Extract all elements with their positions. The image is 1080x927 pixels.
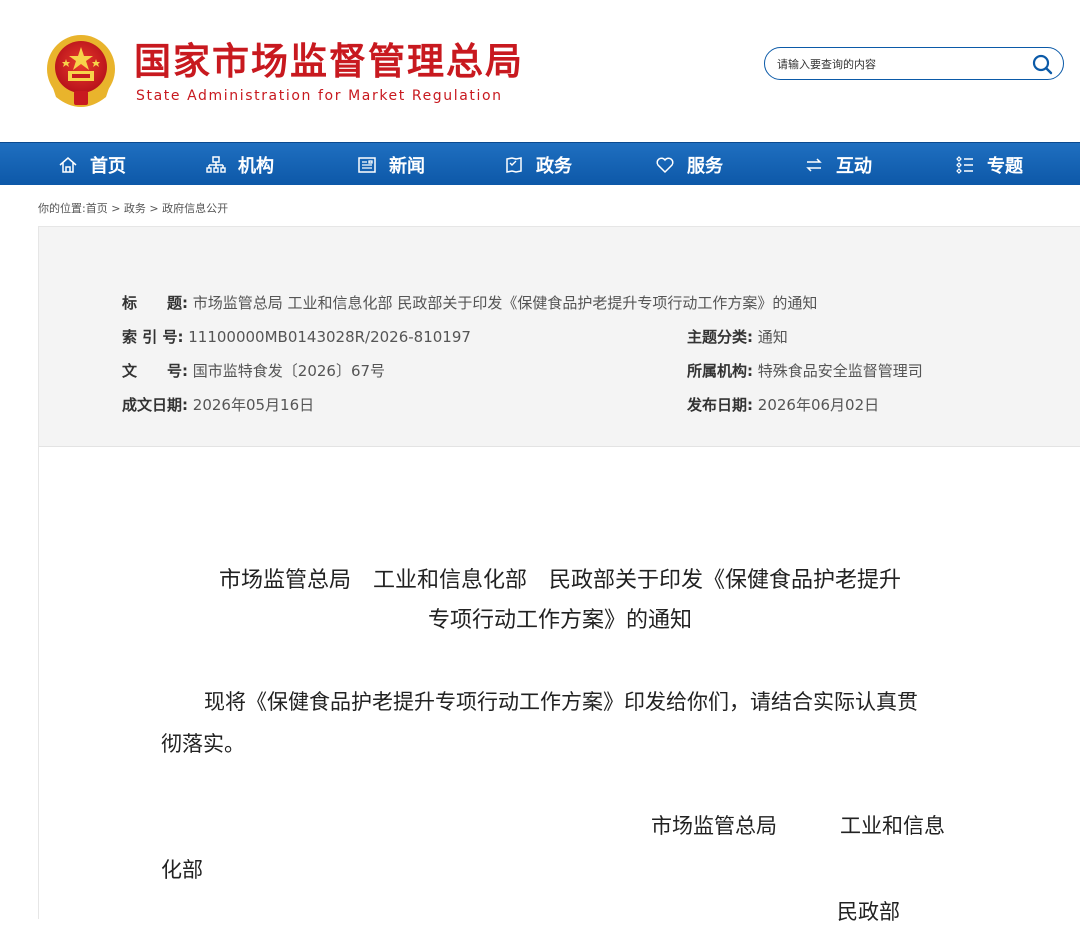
meta-value: 2026年06月02日: [757, 396, 880, 414]
newspaper-icon: [358, 156, 376, 173]
document-signature-line-2: 化部: [161, 858, 203, 882]
meta-label: 发布日期:: [687, 396, 753, 414]
nav-item-affairs[interactable]: 政务: [504, 143, 572, 186]
meta-label: 索 引 号:: [122, 328, 184, 346]
nav-item-label: 政务: [536, 155, 572, 177]
nav-item-interact[interactable]: 互动: [804, 143, 872, 186]
document-body-line-2: 彻落实。: [161, 732, 245, 756]
nav-item-topics[interactable]: 专题: [955, 143, 1023, 186]
nav-item-news[interactable]: 新闻: [357, 143, 425, 186]
meta-label: 成文日期:: [122, 396, 188, 414]
search-box: [764, 47, 1064, 80]
nav-item-services[interactable]: 服务: [655, 143, 723, 186]
meta-docno-row: 文 号: 国市监特食发〔2026〕67号: [122, 361, 385, 381]
site-title[interactable]: 国家市场监督管理总局: [134, 42, 524, 82]
document-signature-line-3: 民政部: [837, 900, 900, 924]
meta-label: 主题分类:: [687, 328, 753, 346]
meta-label: 标 题:: [122, 294, 188, 312]
site-header: 国家市场监督管理总局 State Administration for Mark…: [0, 0, 1080, 142]
meta-publish-date-row: 发布日期: 2026年06月02日: [687, 395, 879, 415]
home-icon: [59, 156, 77, 173]
site-subtitle: State Administration for Market Regulati…: [136, 88, 503, 104]
meta-value: 市场监管总局 工业和信息化部 民政部关于印发《保健食品护老提升专项行动工作方案》…: [192, 294, 818, 312]
meta-value: 2026年05月16日: [192, 396, 315, 414]
meta-title-row: 标 题: 市场监管总局 工业和信息化部 民政部关于印发《保健食品护老提升专项行动…: [122, 293, 817, 313]
meta-value: 国市监特食发〔2026〕67号: [192, 362, 386, 380]
org-chart-icon: [206, 155, 226, 173]
list-icon: [956, 155, 973, 174]
search-input[interactable]: [777, 54, 1017, 74]
nav-item-label: 专题: [987, 155, 1023, 177]
meta-written-date-row: 成文日期: 2026年05月16日: [122, 395, 314, 415]
exchange-icon: [806, 157, 822, 172]
nav-item-home[interactable]: 首页: [58, 143, 126, 186]
nav-item-label: 首页: [90, 155, 126, 177]
article-container: 标 题: 市场监管总局 工业和信息化部 民政部关于印发《保健食品护老提升专项行动…: [38, 226, 1080, 924]
meta-value: 通知: [757, 328, 788, 346]
meta-index-row: 索 引 号: 11100000MB0143028R/2026-810197: [122, 327, 471, 347]
meta-value: 11100000MB0143028R/2026-810197: [188, 328, 471, 346]
nav-item-label: 新闻: [389, 155, 425, 177]
main-nav: 首页 机构 新闻 政务 服务 互动 专题: [0, 142, 1080, 185]
heart-icon: [656, 157, 674, 173]
meta-value: 特殊食品安全监督管理司: [757, 362, 923, 380]
metadata-panel: 标 题: 市场监管总局 工业和信息化部 民政部关于印发《保健食品护老提升专项行动…: [39, 227, 1080, 447]
document-icon: [506, 156, 522, 173]
document-title-line-1: 市场监管总局 工业和信息化部 民政部关于印发《保健食品护老提升: [218, 568, 901, 593]
nav-item-label: 服务: [687, 155, 723, 177]
meta-label: 所属机构:: [687, 362, 753, 380]
nav-item-label: 互动: [836, 155, 872, 177]
breadcrumb[interactable]: 你的位置:首页 > 政务 > 政府信息公开: [38, 200, 228, 216]
national-emblem-icon[interactable]: [44, 33, 118, 111]
document-signature-line-1: 市场监管总局 工业和信息: [651, 814, 945, 838]
document-body-line-1: 现将《保健食品护老提升专项行动工作方案》印发给你们，请结合实际认真贯: [204, 690, 918, 714]
search-icon[interactable]: [1031, 53, 1053, 75]
nav-item-org[interactable]: 机构: [206, 143, 274, 186]
nav-item-label: 机构: [238, 155, 274, 177]
document-title-line-2: 专项行动工作方案》的通知: [427, 608, 692, 633]
meta-label: 文 号:: [122, 362, 188, 380]
meta-org-row: 所属机构: 特殊食品安全监督管理司: [687, 361, 923, 381]
meta-category-row: 主题分类: 通知: [687, 327, 788, 347]
